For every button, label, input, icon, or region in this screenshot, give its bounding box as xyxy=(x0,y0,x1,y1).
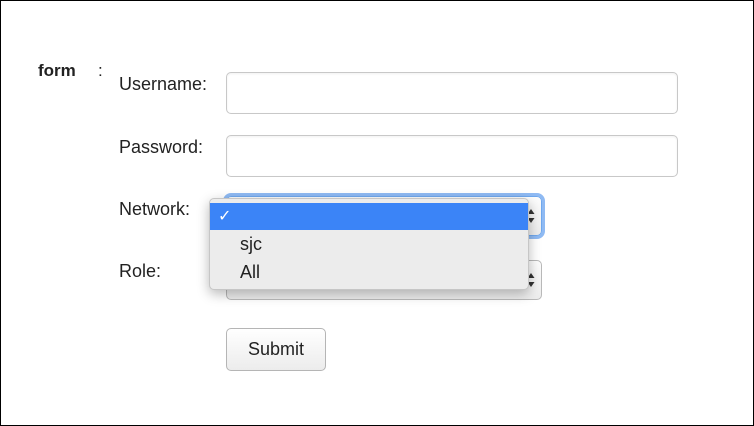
network-option-label: All xyxy=(240,262,261,282)
checkmark-icon: ✓ xyxy=(218,208,232,225)
password-label: Password: xyxy=(119,137,204,157)
network-option-label: sjc xyxy=(240,234,262,254)
network-option-sjc[interactable]: sjc xyxy=(210,230,528,258)
network-dropdown-menu: ✓ sjc All xyxy=(209,198,529,290)
network-option-blank[interactable]: ✓ xyxy=(210,203,528,230)
username-input[interactable] xyxy=(226,72,678,114)
username-label: Username: xyxy=(119,74,208,94)
network-option-all[interactable]: All xyxy=(210,258,528,286)
role-label: Role: xyxy=(119,261,162,281)
form-name-label: form xyxy=(38,61,76,80)
page-frame: form : Username: Password: Network: Role… xyxy=(0,0,754,426)
submit-button[interactable]: Submit xyxy=(226,328,326,371)
password-input[interactable] xyxy=(226,135,678,177)
form-name-separator: : xyxy=(98,61,103,80)
network-label: Network: xyxy=(119,199,191,219)
